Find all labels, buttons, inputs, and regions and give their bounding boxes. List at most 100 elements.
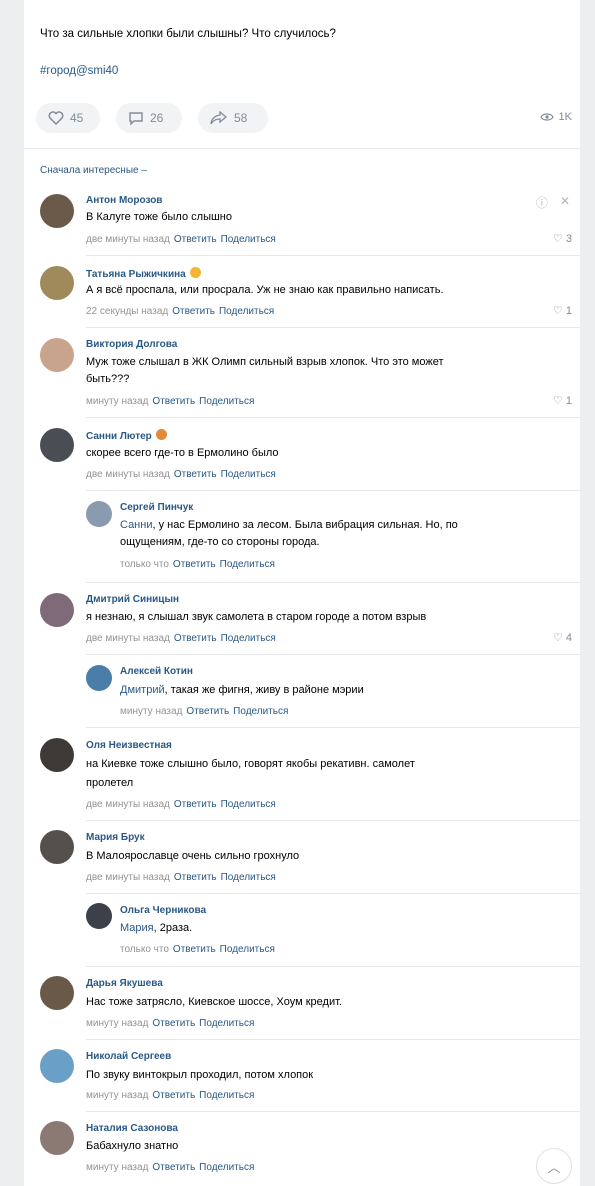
info-icon[interactable]: ⓘ: [536, 194, 548, 211]
comment-author[interactable]: Николай Сергеев: [86, 1051, 171, 1062]
post-actions: 45 26 58 1K: [36, 103, 580, 133]
divider: [86, 820, 580, 821]
mention-link[interactable]: Дмитрий: [120, 684, 165, 696]
comment-meta: минуту назад Ответить Поделиться: [120, 706, 288, 717]
comment-text-line-1: Санни, у нас Ермолино за лесом. Была виб…: [120, 517, 458, 534]
post-card: Что за сильные хлопки были слышны? Что с…: [24, 0, 580, 1186]
reply-link[interactable]: Ответить: [173, 944, 216, 955]
comment-meta: минуту назад Ответить Поделиться: [86, 1162, 254, 1173]
share-count: 58: [234, 111, 248, 125]
divider: [86, 654, 580, 655]
share-link[interactable]: Поделиться: [221, 234, 276, 245]
comment-meta: две минуты назад Ответить Поделиться: [86, 234, 276, 245]
share-link[interactable]: Поделиться: [221, 633, 276, 644]
avatar[interactable]: [40, 1049, 74, 1083]
like-button[interactable]: 45: [36, 103, 100, 133]
comment-author[interactable]: Мария Брук: [86, 832, 145, 843]
share-link[interactable]: Поделиться: [199, 1090, 254, 1101]
reply-link[interactable]: Ответить: [174, 633, 217, 644]
comment-author[interactable]: Ольга Черникова: [120, 905, 206, 916]
avatar[interactable]: [86, 903, 112, 929]
comment-like[interactable]: ♡ 1: [553, 304, 572, 318]
comment-time: минуту назад: [86, 1162, 149, 1173]
share-link[interactable]: Поделиться: [221, 872, 276, 883]
comment-author[interactable]: Сергей Пинчук: [120, 502, 193, 513]
share-link[interactable]: Поделиться: [199, 396, 254, 407]
comment-meta: минуту назад Ответить Поделиться: [86, 1018, 254, 1029]
heart-icon: ♡: [553, 305, 563, 317]
comment-text: Дмитрий, такая же фигня, живу в районе м…: [120, 682, 364, 699]
comment-like[interactable]: ♡ 3: [553, 232, 572, 246]
avatar[interactable]: [40, 1121, 74, 1155]
comment-like[interactable]: ♡ 1: [553, 394, 572, 408]
comment-author[interactable]: Алексей Котин: [120, 666, 193, 677]
share-link[interactable]: Поделиться: [221, 799, 276, 810]
comment-text-line-1: Муж тоже слышал в ЖК Олимп сильный взрыв…: [86, 356, 444, 368]
mention-link[interactable]: Санни: [120, 519, 152, 531]
comment-text: Мария, 2раза.: [120, 920, 192, 937]
reply-link[interactable]: Ответить: [174, 799, 217, 810]
post-hashtag[interactable]: #город@smi40: [40, 65, 118, 77]
comment-author[interactable]: Дарья Якушева: [86, 978, 163, 989]
reply-link[interactable]: Ответить: [174, 234, 217, 245]
avatar[interactable]: [40, 266, 74, 300]
close-icon[interactable]: ✕: [560, 194, 570, 211]
avatar[interactable]: [86, 665, 112, 691]
share-link[interactable]: Поделиться: [221, 469, 276, 480]
share-link[interactable]: Поделиться: [199, 1018, 254, 1029]
mention-link[interactable]: Мария: [120, 922, 154, 934]
avatar[interactable]: [40, 976, 74, 1010]
avatar[interactable]: [40, 194, 74, 228]
comment-author[interactable]: Наталия Сазонова: [86, 1123, 178, 1134]
comment-time: только что: [120, 559, 169, 570]
avatar[interactable]: [40, 428, 74, 462]
comment-author[interactable]: Санни Лютер: [86, 429, 167, 442]
share-link[interactable]: Поделиться: [220, 944, 275, 955]
share-link[interactable]: Поделиться: [199, 1162, 254, 1173]
reply-link[interactable]: Ответить: [152, 396, 195, 407]
divider: [86, 490, 580, 491]
reply-link[interactable]: Ответить: [152, 1090, 195, 1101]
comment-button[interactable]: 26: [116, 103, 182, 133]
comment-time: две минуты назад: [86, 872, 170, 883]
reply-link[interactable]: Ответить: [152, 1018, 195, 1029]
scroll-top-button[interactable]: ︿: [536, 1148, 572, 1184]
comment-author[interactable]: Виктория Долгова: [86, 339, 177, 350]
avatar[interactable]: [86, 501, 112, 527]
reply-link[interactable]: Ответить: [173, 559, 216, 570]
avatar[interactable]: [40, 738, 74, 772]
share-link[interactable]: Поделиться: [220, 559, 275, 570]
reply-link[interactable]: Ответить: [172, 306, 215, 317]
avatar[interactable]: [40, 830, 74, 864]
share-button[interactable]: 58: [198, 103, 268, 133]
comment-meta: только что Ответить Поделиться: [120, 944, 275, 955]
comment-author[interactable]: Татьяна Рыжичкина: [86, 267, 201, 280]
share-link[interactable]: Поделиться: [233, 706, 288, 717]
reply-link[interactable]: Ответить: [174, 469, 217, 480]
avatar[interactable]: [40, 593, 74, 627]
comment-text: Нас тоже затрясло, Киевское шоссе, Хоум …: [86, 996, 342, 1008]
heart-icon: ♡: [553, 233, 563, 245]
heart-icon: ♡: [553, 395, 563, 407]
comment-like-count: 4: [565, 631, 572, 644]
comment-like[interactable]: ♡ 4: [553, 631, 572, 645]
comment-author-name: Санни Лютер: [86, 431, 152, 442]
comment-text: В Калуге тоже было слышно: [86, 211, 232, 223]
reply-link[interactable]: Ответить: [152, 1162, 195, 1173]
heart-icon: [48, 111, 64, 125]
comment-author[interactable]: Антон Морозов: [86, 195, 162, 206]
sort-selector[interactable]: Сначала интересные –: [40, 165, 147, 176]
comment-author[interactable]: Дмитрий Синицын: [86, 594, 179, 605]
reply-link[interactable]: Ответить: [174, 872, 217, 883]
comment-time: две минуты назад: [86, 469, 170, 480]
comment-time: 22 секунды назад: [86, 306, 169, 317]
comment-author[interactable]: Оля Неизвестная: [86, 740, 172, 751]
divider: [86, 727, 580, 728]
comment-like-count: 1: [565, 304, 572, 317]
comment-count: 26: [150, 111, 164, 125]
divider: [86, 327, 580, 328]
reply-link[interactable]: Ответить: [186, 706, 229, 717]
avatar[interactable]: [40, 338, 74, 372]
share-link[interactable]: Поделиться: [219, 306, 274, 317]
comment-time: две минуты назад: [86, 234, 170, 245]
